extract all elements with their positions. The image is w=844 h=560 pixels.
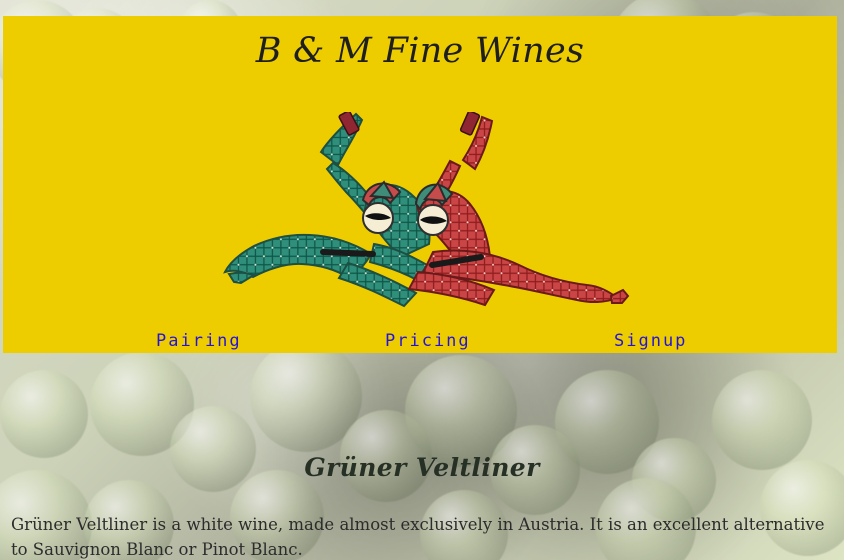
nav-pricing-link[interactable]: Pricing bbox=[385, 331, 471, 351]
nav-pairing-link[interactable]: Pairing bbox=[156, 331, 242, 351]
hero-banner: B & M Fine Wines Pairing Pricing Signup bbox=[3, 16, 837, 353]
brand-title: B & M Fine Wines bbox=[255, 31, 585, 71]
wine-description: Grüner Veltliner is a white wine, made a… bbox=[11, 514, 825, 559]
red-jester bbox=[407, 112, 630, 307]
main-navigation: Pairing Pricing Signup bbox=[3, 331, 837, 359]
wine-title: Grüner Veltliner bbox=[304, 452, 540, 482]
jester-illustration bbox=[223, 112, 630, 308]
green-jester bbox=[223, 112, 431, 308]
nav-signup-link[interactable]: Signup bbox=[614, 331, 687, 351]
